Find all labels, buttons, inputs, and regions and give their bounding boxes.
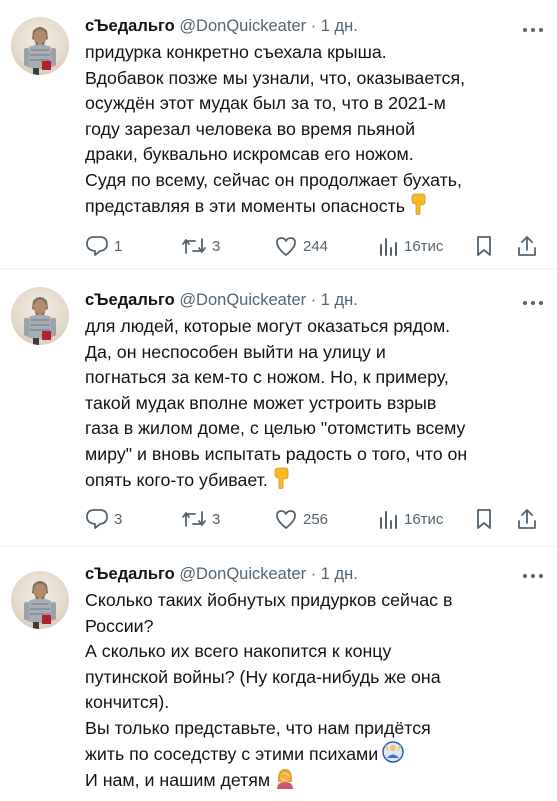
repost-icon — [181, 508, 207, 530]
text-line: погнаться за кем-то с ножом. Но, к приме… — [85, 367, 449, 387]
repost-icon — [181, 235, 207, 257]
timestamp[interactable]: · 1 дн. — [311, 17, 358, 35]
text-line: опять кого-то убивает. — [85, 470, 268, 490]
analytics-icon — [377, 508, 399, 530]
more-options-icon[interactable] — [523, 28, 543, 34]
text-line-last: представляя в эти моменты опасность — [85, 193, 545, 219]
text-line: Вдобавок позже мы узнали, что, оказывает… — [85, 67, 466, 88]
like-count: 256 — [303, 510, 329, 528]
more-options-icon[interactable] — [523, 574, 543, 580]
repost-count: 3 — [212, 237, 221, 255]
author-name[interactable]: сЪедальго — [85, 291, 175, 309]
tweet[interactable]: сЪедальго @DonQuickeater · 1 дн. Сколько… — [0, 546, 557, 801]
author-handle[interactable]: @DonQuickeater — [179, 291, 306, 309]
share-button[interactable] — [516, 233, 538, 259]
heart-icon — [274, 508, 298, 530]
repost-button[interactable]: 3 — [181, 506, 220, 532]
share-icon — [516, 235, 538, 257]
text-line: Судя по всему, сейчас он продолжает буха… — [85, 169, 462, 190]
text-line-with-emoji: И нам, и нашим детям — [85, 767, 545, 793]
bookmark-button[interactable] — [474, 506, 494, 532]
reply-icon — [85, 235, 109, 257]
avatar[interactable] — [11, 287, 69, 345]
tweet[interactable]: сЪедальго @DonQuickeater · 1 дн. для люд… — [0, 268, 557, 547]
text-line: миру" и вновь испытать радость о того, ч… — [85, 443, 468, 464]
heart-icon — [274, 235, 298, 257]
woman-facepalming-icon — [274, 767, 296, 797]
text-line-last: опять кого-то убивает. — [85, 467, 545, 493]
reply-button[interactable]: 3 — [85, 506, 122, 532]
more-options-icon[interactable] — [523, 301, 543, 307]
text-line: Сколько таких йобнутых придурков сейчас … — [85, 590, 453, 610]
reply-icon — [85, 508, 109, 530]
timestamp[interactable]: · 1 дн. — [311, 565, 358, 583]
bookmark-icon — [474, 508, 494, 530]
text-line-with-emoji: жить по соседству с этими психами — [85, 741, 545, 767]
text-line: придурка конкретно съехала крыша. — [85, 42, 387, 62]
text-line: для людей, которые могут оказаться рядом… — [85, 316, 451, 336]
tweet-header: сЪедальго @DonQuickeater · 1 дн. — [85, 565, 358, 587]
text-line: Вы только представьте, что нам придётся — [85, 717, 431, 738]
person-in-lotus-position-icon — [382, 741, 404, 771]
tweet-text: для людей, которые могут оказаться рядом… — [85, 314, 545, 493]
reply-count: 1 — [114, 237, 123, 255]
text-line: осуждён этот мудак был за то, что в 2021… — [85, 93, 446, 113]
tweet-header: сЪедальго @DonQuickeater · 1 дн. — [85, 291, 358, 313]
author-handle[interactable]: @DonQuickeater — [179, 565, 306, 583]
avatar[interactable] — [11, 571, 69, 629]
text-line: России? — [85, 615, 154, 636]
text-line: кончится). — [85, 692, 170, 712]
author-name[interactable]: сЪедальго — [85, 17, 175, 35]
views-button[interactable]: 16тис — [377, 233, 443, 259]
text-line: газа в жилом доме, с целью "отомстить вс… — [85, 418, 466, 438]
bookmark-button[interactable] — [474, 233, 494, 259]
point-down-icon — [409, 193, 427, 223]
share-icon — [516, 508, 538, 530]
views-count: 16тис — [404, 510, 444, 528]
text-line: Да, он неспособен выйти на улицу и — [85, 341, 386, 362]
views-count: 16тис — [404, 237, 444, 255]
tweet-actions: 3 3 256 16тис — [85, 506, 545, 532]
avatar[interactable] — [11, 17, 69, 75]
views-button[interactable]: 16тис — [377, 506, 443, 532]
tweet[interactable]: сЪедальго @DonQuickeater · 1 дн. придурк… — [0, 0, 557, 268]
author-handle[interactable]: @DonQuickeater — [179, 17, 306, 35]
text-line: жить по соседству с этими психами — [85, 744, 379, 764]
tweet-actions: 1 3 244 16тис — [85, 233, 545, 259]
reply-button[interactable]: 1 — [85, 233, 122, 259]
text-line: году зарезал человека во время пьяной — [85, 118, 416, 139]
repost-button[interactable]: 3 — [181, 233, 220, 259]
text-line: И нам, и нашим детям — [85, 769, 271, 790]
tweet-text: Сколько таких йобнутых придурков сейчас … — [85, 588, 545, 792]
text-line: такой мудак вполне может устроить взрыв — [85, 392, 437, 413]
text-line: А сколько их всего накопится к концу — [85, 641, 392, 661]
repost-count: 3 — [212, 510, 221, 528]
like-button[interactable]: 256 — [274, 506, 328, 532]
analytics-icon — [377, 235, 399, 257]
point-down-icon — [272, 467, 290, 497]
like-button[interactable]: 244 — [274, 233, 328, 259]
bookmark-icon — [474, 235, 494, 257]
text-line: представляя в эти моменты опасность — [85, 196, 406, 216]
reply-count: 3 — [114, 510, 123, 528]
tweet-text: придурка конкретно съехала крыша. Вдобав… — [85, 40, 545, 219]
share-button[interactable] — [516, 506, 538, 532]
author-name[interactable]: сЪедальго — [85, 565, 175, 583]
text-line: драки, буквально искромсав его ножом. — [85, 144, 414, 164]
like-count: 244 — [303, 237, 329, 255]
text-line: путинской войны? (Ну когда-нибудь же она — [85, 666, 441, 687]
tweet-header: сЪедальго @DonQuickeater · 1 дн. — [85, 17, 358, 39]
timestamp[interactable]: · 1 дн. — [311, 291, 358, 309]
